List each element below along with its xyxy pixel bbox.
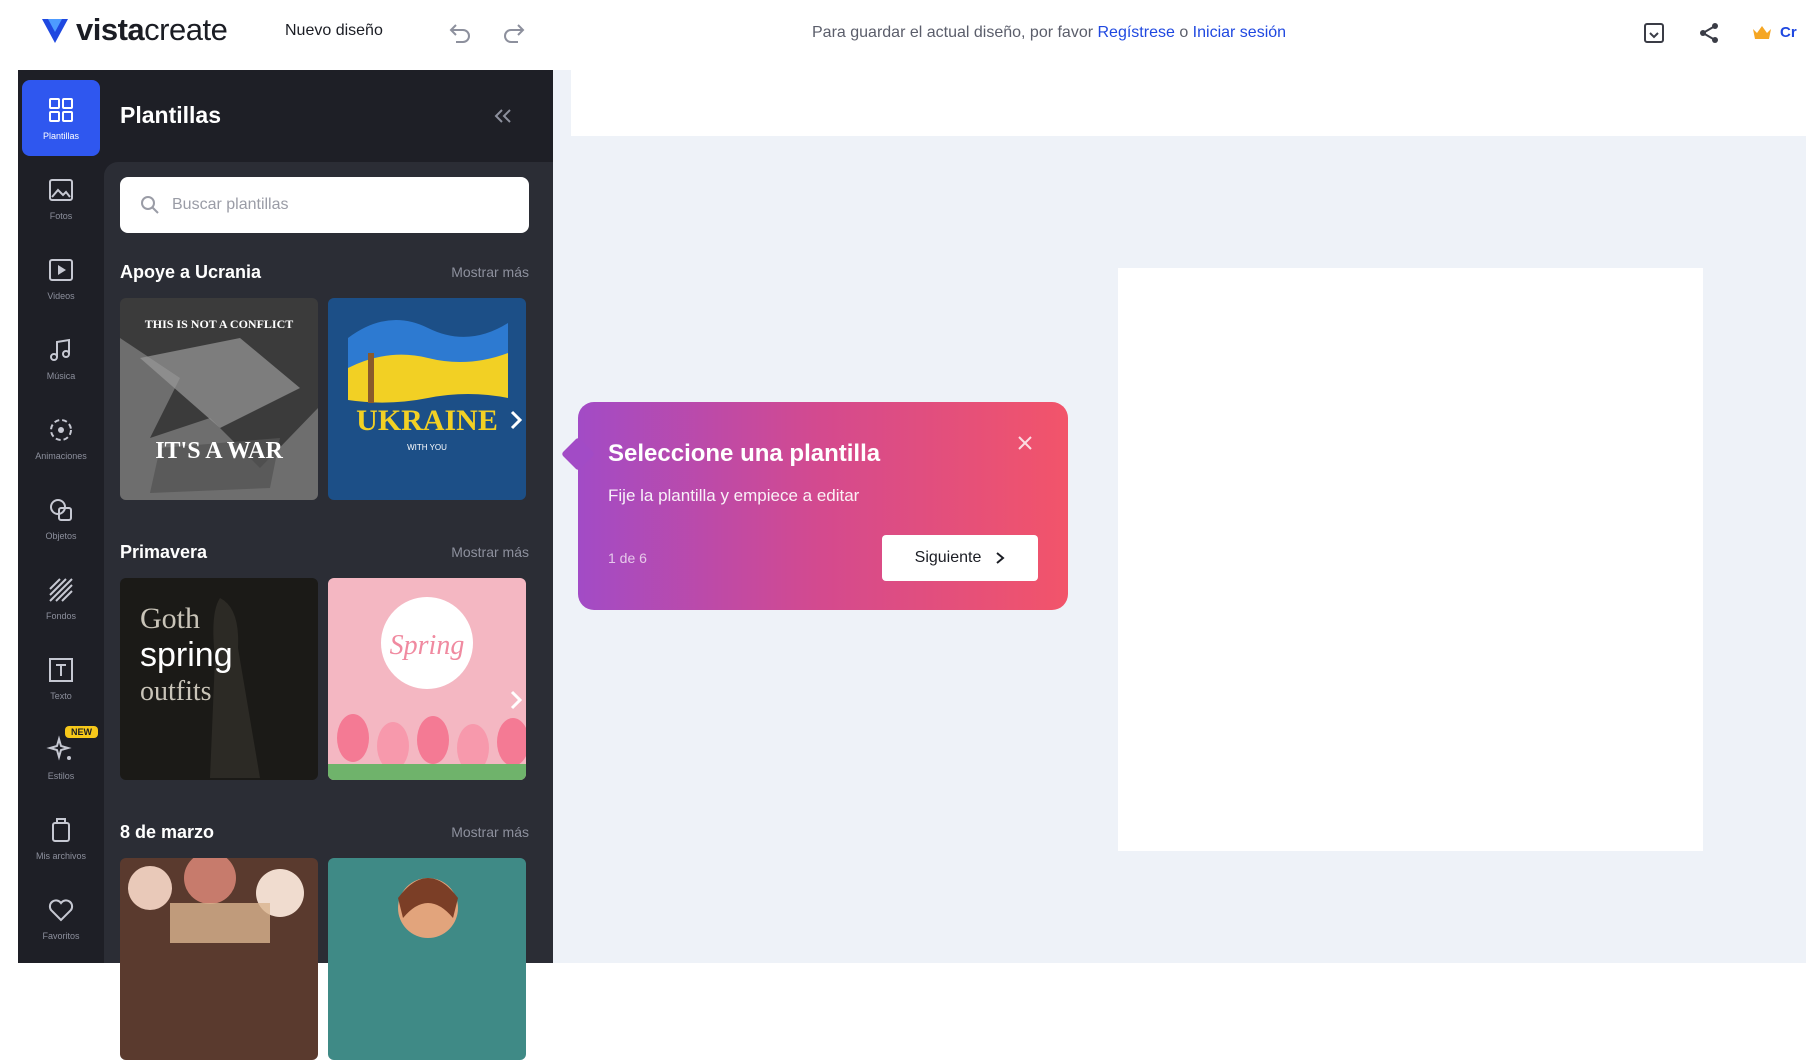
- panel-title: Plantillas: [120, 102, 221, 128]
- design-artboard[interactable]: [1118, 268, 1703, 851]
- my-files-icon: [52, 818, 70, 842]
- thumb-line3: outfits: [140, 676, 212, 707]
- template-thumbnail[interactable]: Goth spring outfits: [120, 578, 318, 780]
- crown-icon[interactable]: [1749, 20, 1775, 46]
- undo-icon[interactable]: [446, 22, 472, 44]
- template-carousel: [120, 858, 529, 1060]
- chevron-right-icon[interactable]: [504, 688, 528, 712]
- tooltip-step-counter: 1 de 6: [608, 550, 647, 566]
- rail-item-photos[interactable]: Fotos: [22, 160, 100, 236]
- tooltip-subtitle: Fije la plantilla y empiece a editar: [608, 486, 860, 505]
- styles-icon: [46, 735, 72, 761]
- section-spring: Primavera Mostrar más Goth spring outfit…: [120, 542, 529, 780]
- music-icon: [50, 338, 70, 361]
- template-war-image: THIS IS NOT A CONFLICT IT'S A WAR: [120, 298, 318, 500]
- top-bar: vistacreate Nuevo diseño Para guardar el…: [0, 0, 1806, 66]
- templates-panel: Plantillas Apoye a Ucrania Mostrar más T…: [104, 70, 553, 1060]
- section-march-8: 8 de marzo Mostrar más: [120, 822, 529, 1060]
- template-ukraine-image: UKRAINE WITH YOU: [328, 298, 526, 500]
- thumb-text: Spring: [390, 630, 465, 661]
- close-icon[interactable]: [1014, 432, 1036, 454]
- thumb-line2: spring: [140, 636, 233, 674]
- template-thumbnail[interactable]: Spring: [328, 578, 526, 780]
- rail-label: Mis archivos: [35, 851, 86, 861]
- favorites-icon: [48, 899, 74, 922]
- templates-icon: [49, 98, 73, 122]
- rail-item-templates[interactable]: Plantillas: [22, 80, 100, 156]
- template-spring-tulips-image: Spring: [328, 578, 526, 780]
- register-link[interactable]: Regístrese: [1098, 24, 1175, 41]
- rail-label: Favoritos: [42, 931, 80, 941]
- logo-mark-icon: [42, 19, 68, 43]
- rail-item-text[interactable]: Texto: [22, 640, 100, 716]
- share-icon[interactable]: [1696, 20, 1722, 46]
- next-button-label: Siguiente: [914, 549, 982, 566]
- rail-label: Estilos: [47, 771, 75, 781]
- template-illustration-image: [328, 858, 526, 1060]
- template-carousel: Goth spring outfits Spring: [120, 578, 529, 780]
- new-design-button[interactable]: Nuevo diseño: [285, 22, 383, 40]
- rail-label: Música: [46, 371, 76, 381]
- thumb-line1: Goth: [140, 602, 200, 635]
- photos-icon: [49, 179, 73, 201]
- template-flowers-image: [120, 858, 318, 1060]
- rail-label: Objetos: [45, 531, 77, 541]
- section-title: 8 de marzo: [120, 822, 215, 842]
- collapse-panel-icon[interactable]: [490, 104, 516, 128]
- rail-item-objects[interactable]: Objetos: [22, 480, 100, 556]
- rail-label: Texto: [50, 691, 72, 701]
- create-pro-label[interactable]: Cr: [1780, 24, 1797, 41]
- rail-item-videos[interactable]: Videos: [22, 240, 100, 316]
- login-link[interactable]: Iniciar sesión: [1193, 24, 1286, 41]
- next-button[interactable]: Siguiente: [882, 535, 1038, 581]
- logo-text: vistacreate: [76, 12, 228, 47]
- objects-icon: [50, 499, 72, 521]
- tooltip-title: Seleccione una plantilla: [608, 440, 881, 467]
- rail-label: Videos: [47, 291, 75, 301]
- thumb-text: UKRAINE: [356, 404, 498, 437]
- left-tool-rail: Plantillas Fotos Videos Música Animacion…: [18, 70, 104, 963]
- show-more-link[interactable]: Mostrar más: [451, 824, 529, 840]
- rail-item-styles[interactable]: NEW Estilos: [22, 720, 100, 796]
- section-support-ukraine: Apoye a Ucrania Mostrar más THIS IS NOT …: [120, 262, 529, 500]
- template-thumbnail[interactable]: [120, 858, 318, 1060]
- rail-label: Plantillas: [42, 131, 80, 141]
- vistacreate-logo[interactable]: vistacreate: [40, 12, 228, 48]
- canvas-toolbar: [571, 70, 1806, 136]
- rail-item-favorites[interactable]: Favoritos: [22, 880, 100, 956]
- template-thumbnail[interactable]: UKRAINE WITH YOU: [328, 298, 526, 500]
- chevron-right-icon: [996, 552, 1005, 564]
- template-thumbnail[interactable]: THIS IS NOT A CONFLICT IT'S A WAR: [120, 298, 318, 500]
- save-prompt: Para guardar el actual diseño, por favor…: [812, 24, 1287, 41]
- rail-item-my-files[interactable]: Mis archivos: [22, 800, 100, 876]
- template-carousel: THIS IS NOT A CONFLICT IT'S A WAR UKRAIN…: [120, 298, 529, 500]
- rail-item-animations[interactable]: Animaciones: [22, 400, 100, 476]
- backgrounds-icon: [49, 578, 73, 602]
- show-more-link[interactable]: Mostrar más: [451, 544, 529, 560]
- redo-icon[interactable]: [502, 22, 528, 44]
- videos-icon: [49, 259, 73, 281]
- resize-icon[interactable]: [1641, 20, 1667, 46]
- rail-label: Fondos: [45, 611, 77, 621]
- animations-icon: [50, 419, 72, 441]
- rail-label: Fotos: [49, 211, 73, 221]
- rail-item-backgrounds[interactable]: Fondos: [22, 560, 100, 636]
- thumb-text-top: THIS IS NOT A CONFLICT: [145, 317, 294, 331]
- rail-item-music[interactable]: Música: [22, 320, 100, 396]
- search-icon: [141, 196, 159, 214]
- section-title: Primavera: [120, 542, 208, 562]
- chevron-right-icon[interactable]: [504, 408, 528, 432]
- section-title: Apoye a Ucrania: [120, 262, 262, 282]
- text-icon: [49, 658, 73, 682]
- thumb-subtext: WITH YOU: [407, 443, 447, 452]
- template-thumbnail[interactable]: [328, 858, 526, 1060]
- onboarding-tooltip: Seleccione una plantilla Fije la plantil…: [561, 402, 1068, 610]
- search-input[interactable]: [172, 196, 512, 214]
- rail-label: Animaciones: [35, 451, 87, 461]
- new-badge: NEW: [65, 726, 98, 738]
- show-more-link[interactable]: Mostrar más: [451, 264, 529, 280]
- thumb-text-bottom: IT'S A WAR: [155, 438, 283, 464]
- template-goth-spring-image: Goth spring outfits: [120, 578, 318, 780]
- template-search[interactable]: [120, 177, 529, 233]
